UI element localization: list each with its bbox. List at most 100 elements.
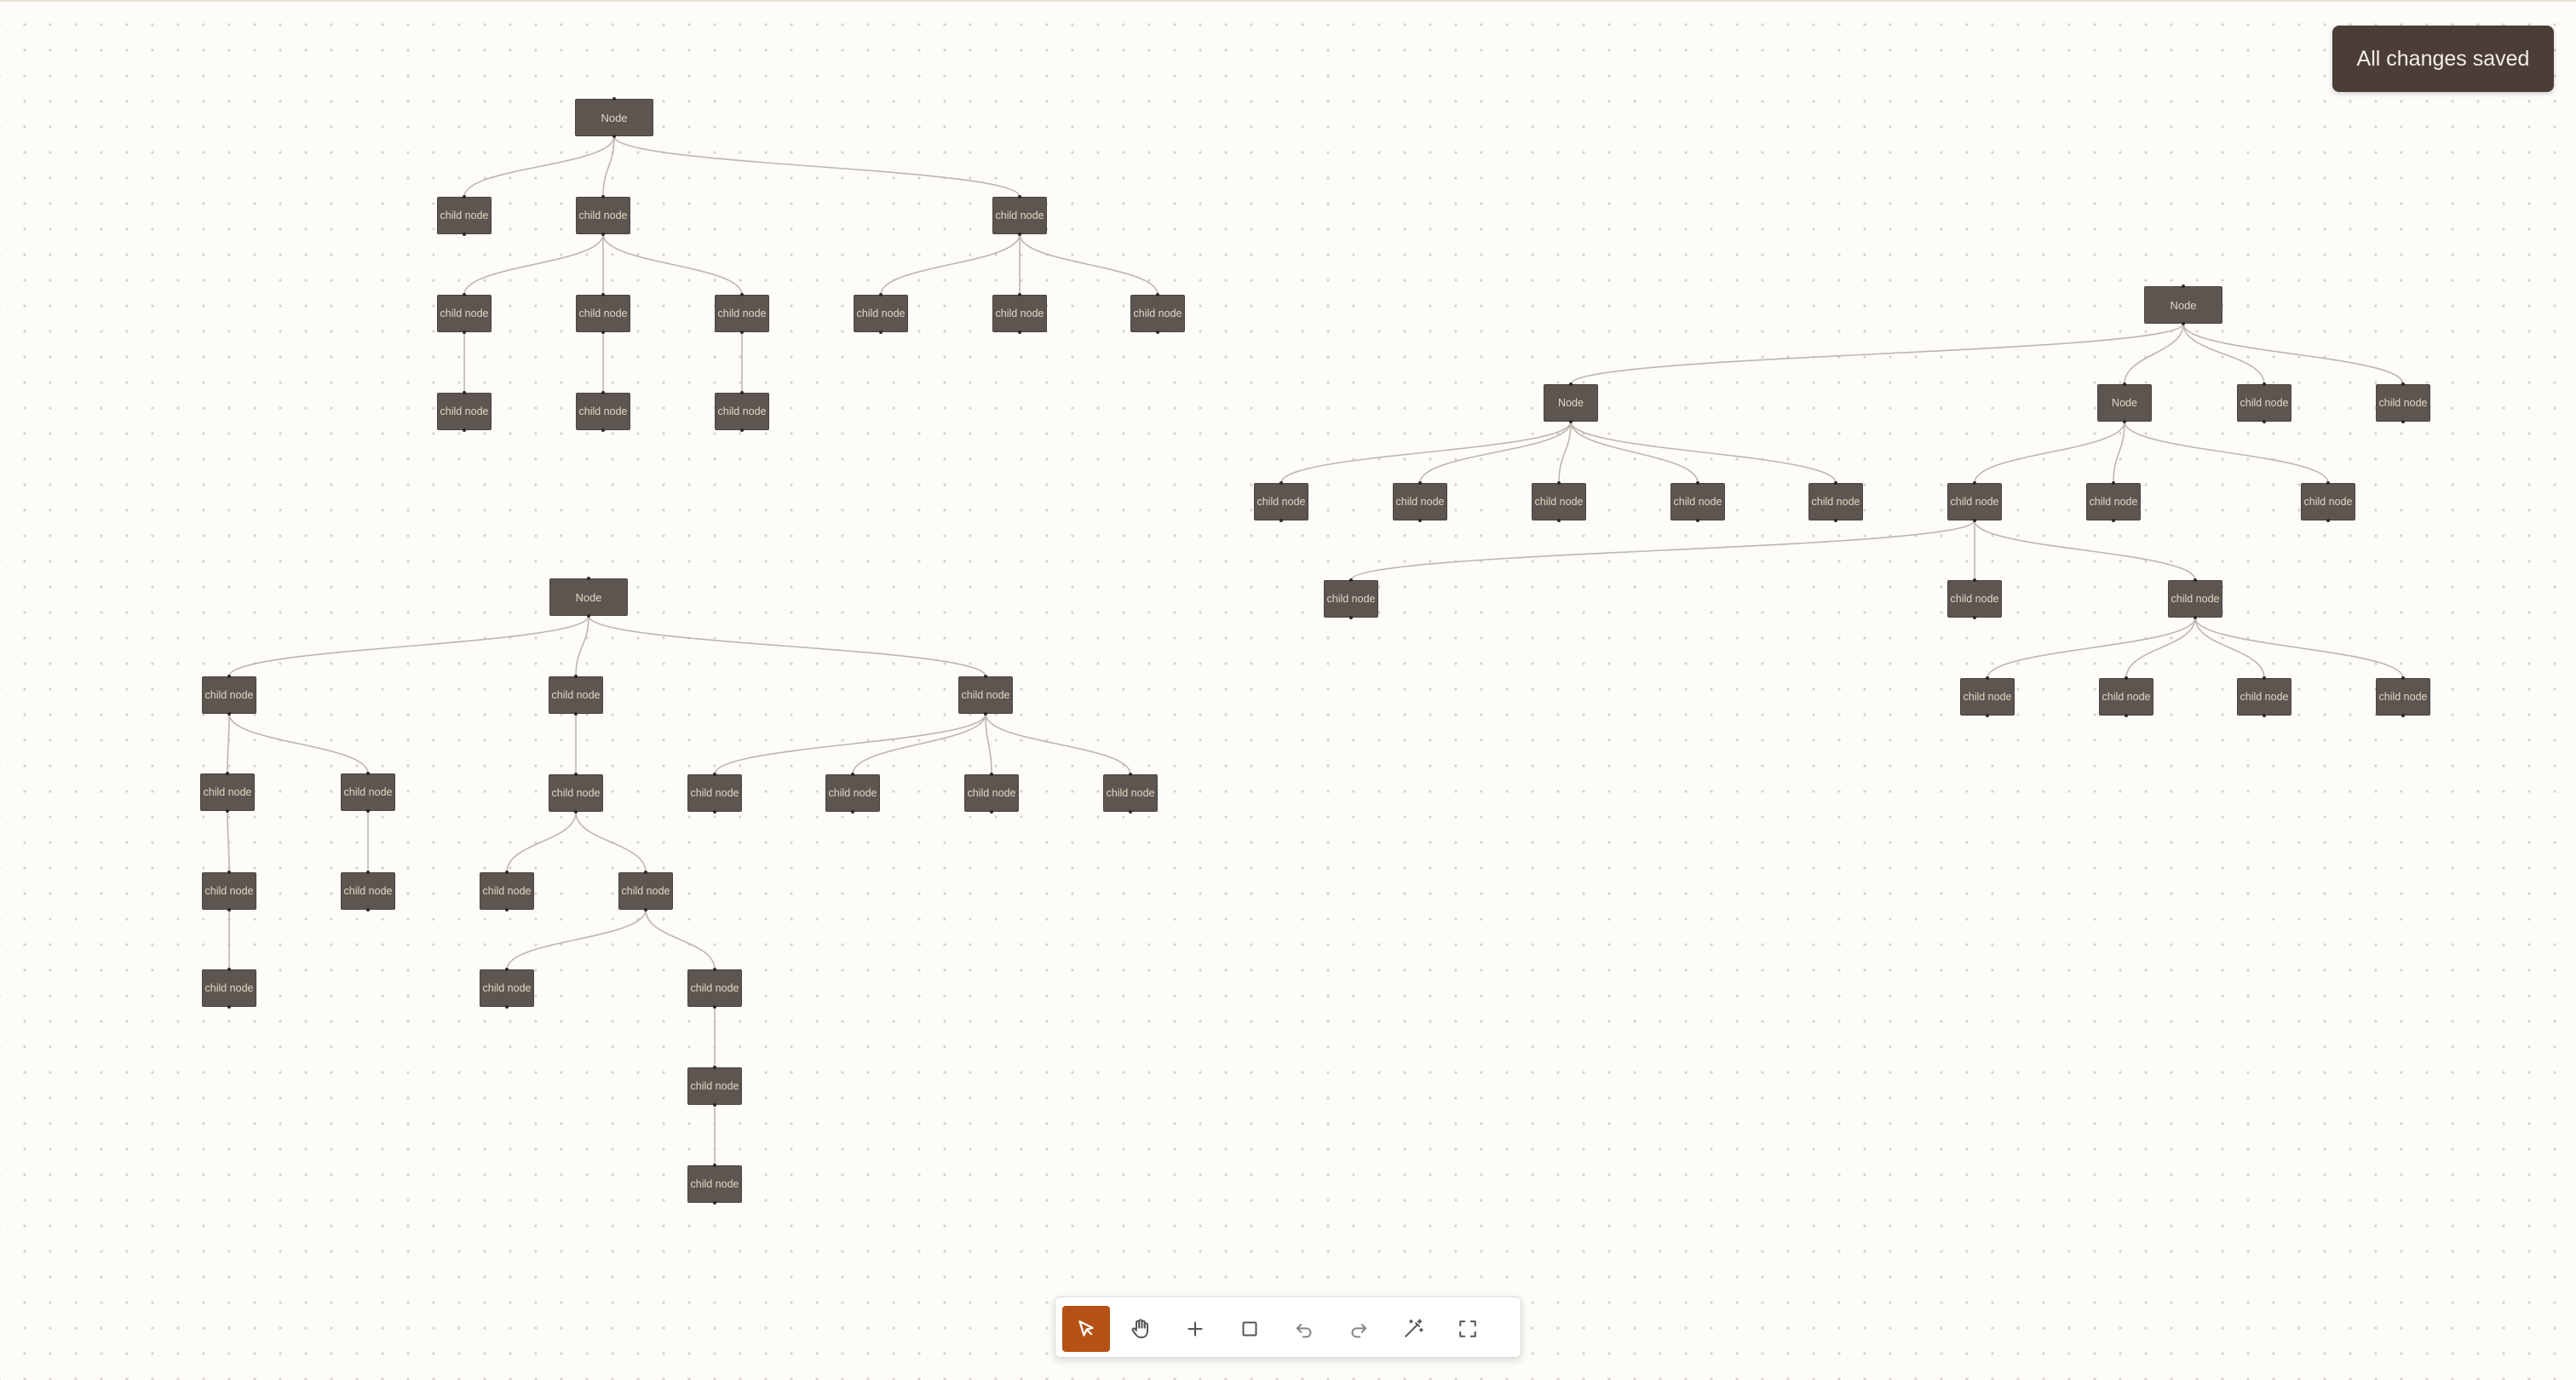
child-node-depth-1[interactable]: child node: [992, 197, 1047, 234]
undo-button[interactable]: [1280, 1306, 1328, 1352]
child-node-depth-3[interactable]: child node: [1324, 580, 1378, 618]
connection-handle-top[interactable]: [2123, 382, 2126, 386]
connection-handle-top[interactable]: [1834, 481, 1837, 485]
connection-handle-top[interactable]: [2401, 382, 2405, 386]
connection-handle-top[interactable]: [984, 675, 987, 678]
connection-handle-top[interactable]: [574, 773, 578, 776]
connection-handle-bottom[interactable]: [574, 810, 578, 814]
child-node-depth-1[interactable]: child node: [958, 676, 1013, 714]
connection-handle-top[interactable]: [1973, 578, 1976, 582]
connection-handle-bottom[interactable]: [2194, 616, 2197, 619]
connection-handle-top[interactable]: [612, 97, 616, 101]
connection-handle-top[interactable]: [2125, 676, 2128, 680]
child-node-depth-4[interactable]: child node: [202, 969, 256, 1007]
connection-handle-top[interactable]: [463, 195, 466, 198]
connection-handle-bottom[interactable]: [851, 810, 854, 814]
connection-handle-bottom[interactable]: [574, 712, 578, 716]
child-node-depth-2[interactable]: child node: [715, 295, 769, 332]
connection-handle-bottom[interactable]: [2263, 420, 2266, 423]
connection-handle-top[interactable]: [226, 772, 229, 775]
child-node-depth-2[interactable]: child node: [2301, 483, 2355, 520]
connection-handle-top[interactable]: [851, 773, 854, 776]
connection-handle-top[interactable]: [505, 968, 509, 971]
connection-handle-top[interactable]: [644, 871, 647, 874]
connection-handle-bottom[interactable]: [505, 908, 509, 911]
child-node-depth-2[interactable]: child node: [549, 774, 603, 812]
connection-handle-top[interactable]: [713, 773, 716, 776]
connection-handle-bottom[interactable]: [366, 809, 370, 813]
child-node-depth-1[interactable]: Node: [1544, 384, 1598, 422]
connection-handle-bottom[interactable]: [644, 908, 647, 911]
connection-handle-bottom[interactable]: [1986, 714, 1989, 717]
child-node-depth-1[interactable]: child node: [437, 197, 492, 234]
connection-handle-bottom[interactable]: [740, 428, 744, 432]
connection-handle-bottom[interactable]: [1279, 519, 1283, 522]
connection-handle-bottom[interactable]: [2182, 322, 2185, 325]
child-node-depth-2[interactable]: child node: [992, 295, 1047, 332]
connection-handle-top[interactable]: [366, 871, 370, 874]
connection-handle-top[interactable]: [713, 968, 716, 971]
connection-handle-bottom[interactable]: [1973, 616, 1976, 619]
child-node-depth-2[interactable]: child node: [825, 774, 880, 812]
connection-handle-bottom[interactable]: [463, 331, 466, 334]
child-node-depth-1[interactable]: child node: [576, 197, 630, 234]
child-node-depth-4[interactable]: child node: [2376, 678, 2430, 716]
child-node-depth-2[interactable]: child node: [1254, 483, 1308, 520]
connection-handle-top[interactable]: [574, 675, 578, 678]
fit-view-button[interactable]: [1444, 1306, 1492, 1352]
connection-handle-top[interactable]: [1418, 481, 1422, 485]
connection-handle-top[interactable]: [601, 391, 605, 394]
connection-handle-top[interactable]: [713, 1164, 716, 1167]
connection-handle-bottom[interactable]: [2326, 519, 2330, 522]
connection-handle-bottom[interactable]: [1834, 519, 1837, 522]
connection-handle-top[interactable]: [1973, 481, 1976, 485]
connection-handle-bottom[interactable]: [1349, 616, 1353, 619]
connection-handle-top[interactable]: [1696, 481, 1699, 485]
connection-handle-bottom[interactable]: [227, 908, 231, 911]
connection-handle-top[interactable]: [1018, 195, 1021, 198]
connection-handle-bottom[interactable]: [990, 810, 993, 814]
child-node-depth-2[interactable]: child node: [200, 773, 255, 811]
child-node-depth-2[interactable]: child node: [854, 295, 908, 332]
connection-handle-top[interactable]: [1569, 382, 1573, 386]
connection-handle-bottom[interactable]: [713, 1201, 716, 1205]
connection-handle-top[interactable]: [505, 871, 509, 874]
connection-handle-top[interactable]: [227, 675, 231, 678]
connection-handle-top[interactable]: [227, 968, 231, 971]
connection-handle-top[interactable]: [2112, 481, 2115, 485]
connection-handle-bottom[interactable]: [2401, 420, 2405, 423]
child-node-depth-3[interactable]: child node: [2168, 580, 2222, 618]
redo-button[interactable]: [1335, 1306, 1383, 1352]
root-node[interactable]: Node: [2144, 286, 2222, 324]
connection-handle-bottom[interactable]: [1557, 519, 1561, 522]
child-node-depth-1[interactable]: Node: [2097, 384, 2152, 422]
connection-handle-top[interactable]: [2263, 676, 2266, 680]
connection-handle-bottom[interactable]: [601, 331, 605, 334]
connection-handle-top[interactable]: [1279, 481, 1283, 485]
connection-handle-top[interactable]: [879, 293, 883, 296]
child-node-depth-2[interactable]: child node: [1103, 774, 1158, 812]
child-node-depth-4[interactable]: child node: [2237, 678, 2291, 716]
child-node-depth-4[interactable]: child node: [1960, 678, 2015, 716]
root-node[interactable]: Node: [575, 99, 653, 136]
child-node-depth-2[interactable]: child node: [2086, 483, 2141, 520]
auto-layout-button[interactable]: [1389, 1306, 1437, 1352]
connection-handle-top[interactable]: [227, 871, 231, 874]
root-node[interactable]: Node: [549, 578, 628, 616]
connection-handle-top[interactable]: [1156, 293, 1159, 296]
connection-handle-bottom[interactable]: [1156, 331, 1159, 334]
connection-handle-bottom[interactable]: [1018, 331, 1021, 334]
child-node-depth-3[interactable]: child node: [437, 393, 492, 430]
connection-handle-top[interactable]: [366, 772, 370, 775]
child-node-depth-1[interactable]: child node: [202, 676, 256, 714]
connection-handle-top[interactable]: [601, 195, 605, 198]
connection-handle-top[interactable]: [1557, 481, 1561, 485]
child-node-depth-2[interactable]: child node: [1532, 483, 1586, 520]
connection-handle-bottom[interactable]: [226, 809, 229, 813]
child-node-depth-2[interactable]: child node: [687, 774, 742, 812]
connection-handle-top[interactable]: [740, 391, 744, 394]
connection-handle-bottom[interactable]: [1696, 519, 1699, 522]
frame-tool-button[interactable]: [1226, 1306, 1274, 1352]
connection-handle-bottom[interactable]: [2125, 714, 2128, 717]
connection-handle-top[interactable]: [740, 293, 744, 296]
